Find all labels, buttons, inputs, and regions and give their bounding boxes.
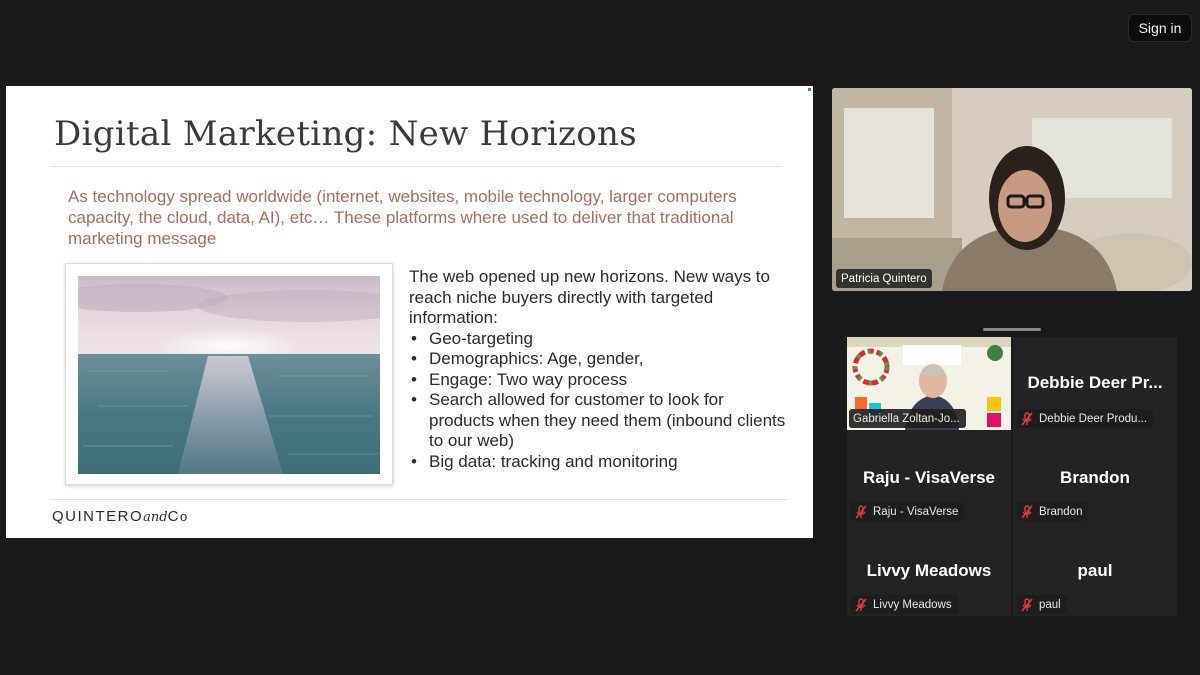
participant-tile[interactable]: Brandon Brandon	[1013, 430, 1177, 523]
bullet-item: Engage: Two way process	[409, 370, 789, 391]
participant-name-tag: Debbie Deer Produ...	[1017, 409, 1154, 428]
muted-mic-icon	[855, 504, 867, 519]
ocean-image	[78, 276, 380, 474]
participant-display-name: paul	[1077, 561, 1113, 580]
ocean-photo	[65, 263, 393, 485]
participant-display-name: Livvy Meadows	[866, 561, 992, 580]
participant-name-tag: Livvy Meadows	[851, 595, 958, 614]
speaker-video-feed	[832, 88, 1192, 291]
bullet-item: Geo-targeting	[409, 329, 789, 350]
muted-mic-icon	[1021, 597, 1033, 612]
slide-indicator-dot	[808, 88, 811, 91]
muted-mic-icon	[1021, 504, 1033, 519]
participant-name-tag: Brandon	[1017, 502, 1089, 521]
participant-display-name: Raju - VisaVerse	[863, 468, 995, 487]
gallery-resize-handle[interactable]	[983, 328, 1041, 331]
shared-slide: Digital Marketing: New Horizons As techn…	[6, 86, 813, 538]
slide-intro-text: As technology spread worldwide (internet…	[68, 187, 737, 248]
footer-divider	[50, 499, 788, 500]
participant-display-name: Brandon	[1060, 468, 1130, 487]
sign-in-button[interactable]: Sign in	[1128, 14, 1192, 42]
participant-name-tag: Raju - VisaVerse	[851, 502, 965, 521]
muted-mic-icon	[1021, 411, 1033, 426]
quintero-co-logo: QUINTEROandCo	[52, 508, 189, 525]
participant-tile[interactable]: Gabriella Zoltan-Jo...	[847, 337, 1011, 430]
bullet-item: Demographics: Age, gender,	[409, 349, 789, 370]
speaker-name-tag: Patricia Quintero	[836, 269, 932, 288]
bullet-item: Search allowed for customer to look for …	[409, 390, 789, 452]
title-divider	[50, 166, 782, 167]
participant-tile[interactable]: Livvy Meadows Livvy Meadows	[847, 523, 1011, 616]
active-speaker-video[interactable]: Patricia Quintero	[832, 88, 1192, 291]
participant-display-name: Debbie Deer Pr...	[1027, 373, 1163, 392]
participant-name-tag: Gabriella Zoltan-Jo...	[849, 409, 966, 428]
slide-body: The web opened up new horizons. New ways…	[409, 267, 789, 472]
bullet-item: Big data: tracking and monitoring	[409, 452, 789, 473]
participant-tile[interactable]: Debbie Deer Pr... Debbie Deer Produ...	[1013, 337, 1177, 430]
slide-lead-text: The web opened up new horizons. New ways…	[409, 267, 770, 327]
slide-bullet-list: Geo-targeting Demographics: Age, gender,…	[409, 329, 789, 473]
slide-title: Digital Marketing: New Horizons	[54, 114, 637, 154]
participant-tile[interactable]: Raju - VisaVerse Raju - VisaVerse	[847, 430, 1011, 523]
participant-tile[interactable]: paul paul	[1013, 523, 1177, 616]
muted-mic-icon	[855, 597, 867, 612]
participant-name-tag: paul	[1017, 595, 1067, 614]
